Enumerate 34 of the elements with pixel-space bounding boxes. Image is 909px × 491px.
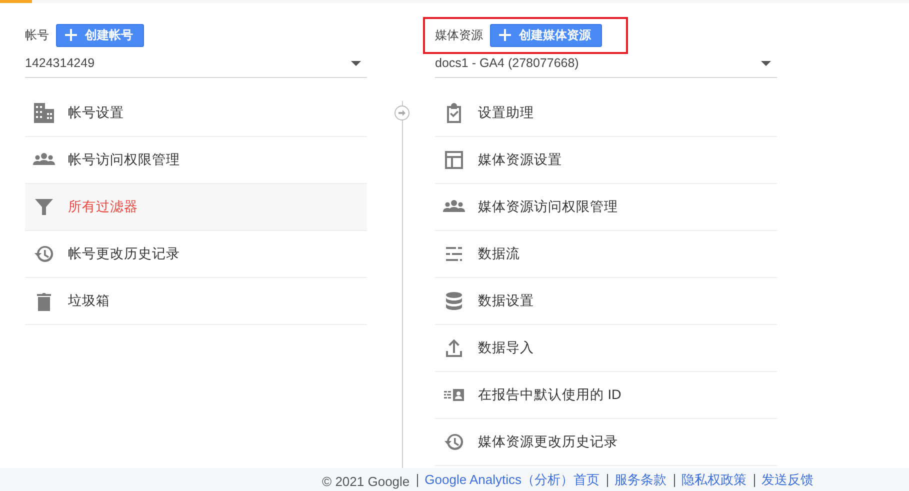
footer-link[interactable]: 发送反馈 xyxy=(762,471,814,489)
menu-item[interactable]: 媒体资源设置 xyxy=(435,137,777,184)
copyright-text: © 2021 Google xyxy=(322,474,410,489)
database-icon xyxy=(443,290,465,312)
history-icon xyxy=(33,243,55,265)
plus-icon xyxy=(499,29,511,41)
menu-item[interactable]: 数据设置 xyxy=(435,278,777,325)
history-icon xyxy=(443,431,465,453)
footer-link[interactable]: 服务条款 xyxy=(614,471,666,489)
building-icon xyxy=(33,102,55,124)
dropdown-select[interactable]: docs1 - GA4 (278077668) xyxy=(435,49,777,78)
menu-item[interactable]: 帐号更改历史记录 xyxy=(25,231,367,278)
column-label: 帐号 xyxy=(25,26,49,44)
upload-icon xyxy=(443,337,465,359)
arrow-circle-icon xyxy=(394,105,410,121)
menu-item[interactable]: 数据流 xyxy=(435,231,777,278)
menu-item[interactable]: 媒体资源访问权限管理 xyxy=(435,184,777,231)
footer-link[interactable]: 隐私权政策 xyxy=(682,471,746,489)
dropdown-select[interactable]: 1424314249 xyxy=(25,49,367,78)
menu-item[interactable]: 垃圾箱 xyxy=(25,278,367,325)
footer-link[interactable]: Google Analytics（分析）首页 xyxy=(424,471,600,489)
dropdown-caret-icon xyxy=(761,60,771,66)
menu-item[interactable]: 所有过滤器 xyxy=(25,184,367,231)
dropdown-caret-icon xyxy=(351,60,361,66)
layout-icon xyxy=(443,149,465,171)
menu-item[interactable]: 在报告中默认使用的 ID xyxy=(435,372,777,419)
plus-icon xyxy=(65,29,77,41)
menu-item[interactable]: 设置助理 xyxy=(435,90,777,137)
filter-icon xyxy=(33,196,55,218)
tab-indicator xyxy=(0,0,32,3)
menu-item[interactable]: 数据导入 xyxy=(435,325,777,372)
menu-item[interactable]: 媒体资源更改历史记录 xyxy=(435,419,777,466)
menu-item[interactable]: 帐号设置 xyxy=(25,90,367,137)
column-label: 媒体资源 xyxy=(435,26,483,44)
